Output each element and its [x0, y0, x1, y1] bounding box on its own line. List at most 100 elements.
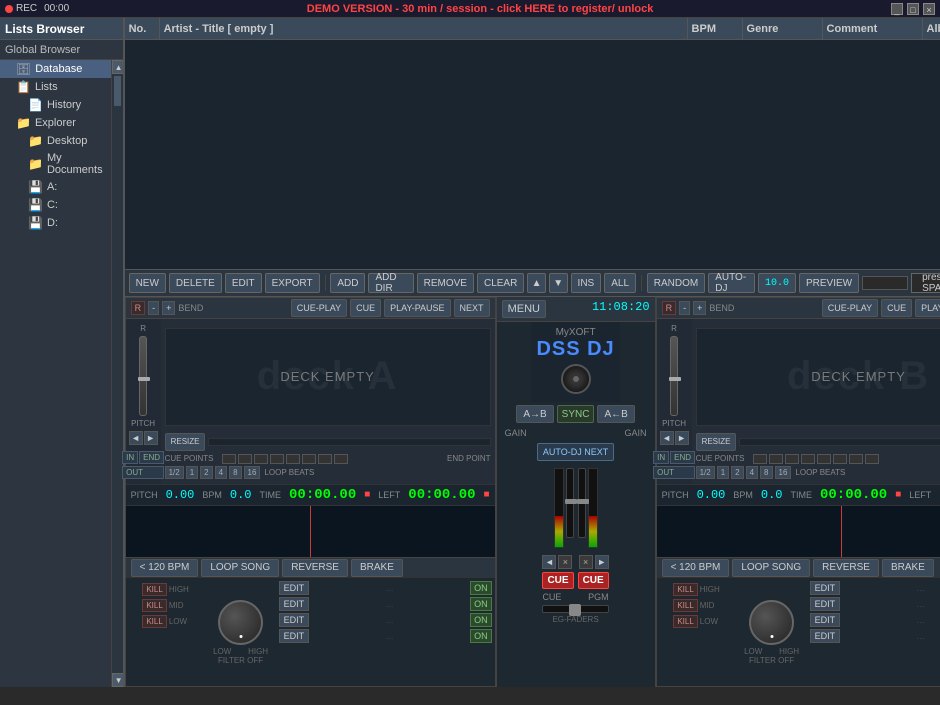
deck-a-cue-dot-5[interactable] [286, 454, 300, 464]
deck-a-next[interactable]: NEXT [454, 299, 490, 317]
eq-a-knob[interactable] [218, 600, 263, 645]
eq-a-on-1[interactable]: ON [470, 581, 492, 595]
deck-a-cue-dot-7[interactable] [318, 454, 332, 464]
deck-a-bend-minus[interactable]: - [148, 301, 159, 315]
tree-item-drive-d[interactable]: 💾 D: [0, 214, 111, 232]
arrow-up-button[interactable]: ▲ [527, 273, 546, 293]
eq-a-on-3[interactable]: ON [470, 613, 492, 627]
preview-slider[interactable] [862, 276, 908, 290]
col-album[interactable]: Album [923, 18, 940, 39]
mixer-nav-close2[interactable]: × [579, 555, 593, 569]
eq-a-edit-4[interactable]: EDIT [279, 629, 310, 643]
deck-b-cue-dot-4[interactable] [801, 454, 815, 464]
deck-a-pitch-down[interactable]: ◄ [129, 431, 143, 445]
delete-button[interactable]: DELETE [169, 273, 222, 293]
deck-b-bend-minus[interactable]: - [679, 301, 690, 315]
deck-b-cue-dot-1[interactable] [753, 454, 767, 464]
deck-a-cue-dot-3[interactable] [254, 454, 268, 464]
eq-b-kill-mid[interactable]: KILL [673, 599, 697, 612]
deck-b-loop-song[interactable]: LOOP SONG [732, 559, 810, 577]
deck-b-cue-dot-5[interactable] [817, 454, 831, 464]
deck-b-loop1[interactable]: 1 [717, 466, 729, 479]
deck-a-loop4[interactable]: 4 [215, 466, 227, 479]
eq-a-on-2[interactable]: ON [470, 597, 492, 611]
tree-item-mydocs[interactable]: 📁 My Documents [0, 150, 111, 178]
deck-a-cue-dot-2[interactable] [238, 454, 252, 464]
deck-a-loop1[interactable]: 1 [186, 466, 198, 479]
deck-a-brake[interactable]: BRAKE [351, 559, 403, 577]
deck-b-half-loop[interactable]: 1/2 [696, 466, 715, 479]
autodj-button[interactable]: AUTO-DJ [708, 273, 755, 293]
deck-a-loop8[interactable]: 8 [229, 466, 241, 479]
deck-a-cue-dot-8[interactable] [334, 454, 348, 464]
mixer-fader-left[interactable] [566, 468, 574, 538]
eq-a-kill-mid[interactable]: KILL [142, 599, 166, 612]
deck-a-cue-dot-1[interactable] [222, 454, 236, 464]
tree-item-drive-c[interactable]: 💾 C: [0, 196, 111, 214]
tree-item-history[interactable]: 📄 History [0, 96, 111, 114]
deck-a-cue[interactable]: CUE [350, 299, 381, 317]
maximize-button[interactable]: □ [907, 3, 919, 15]
deck-b-resize[interactable]: RESIZE [696, 433, 737, 451]
tree-item-desktop[interactable]: 📁 Desktop [0, 132, 111, 150]
all-button[interactable]: ALL [604, 273, 636, 293]
deck-b-play-pause[interactable]: PLAY-PAUSE [915, 299, 940, 317]
deck-b-cue-play[interactable]: CUE-PLAY [822, 299, 878, 317]
eq-a-edit-2[interactable]: EDIT [279, 597, 310, 611]
mixer-sync-btn[interactable]: SYNC [557, 405, 595, 423]
deck-a-loop-song[interactable]: LOOP SONG [201, 559, 279, 577]
mixer-eg-handle[interactable] [569, 604, 581, 616]
adddir-button[interactable]: ADD DIR [368, 273, 413, 293]
col-comment[interactable]: Comment [823, 18, 923, 39]
deck-a-play-pause[interactable]: PLAY-PAUSE [384, 299, 450, 317]
mixer-ba-btn[interactable]: A←B [597, 405, 634, 423]
bpm-value[interactable]: 10.0 [758, 273, 796, 293]
mixer-menu-btn[interactable]: MENU [502, 300, 546, 318]
eq-b-edit-4[interactable]: EDIT [810, 629, 841, 643]
deck-a-loop16[interactable]: 16 [244, 466, 261, 479]
demo-text[interactable]: DEMO VERSION - 30 min / session - click … [69, 3, 891, 15]
deck-b-loop2[interactable]: 2 [731, 466, 743, 479]
deck-b-loop4[interactable]: 4 [746, 466, 758, 479]
mixer-eg-fader-track[interactable] [542, 605, 608, 613]
eq-b-knob[interactable] [749, 600, 794, 645]
mixer-fader-right[interactable] [578, 468, 586, 538]
deck-a-out[interactable]: OUT [122, 466, 164, 479]
scroll-up-button[interactable]: ▲ [112, 60, 123, 74]
deck-b-cue-dot-8[interactable] [865, 454, 879, 464]
remove-button[interactable]: REMOVE [417, 273, 474, 293]
eq-b-edit-2[interactable]: EDIT [810, 597, 841, 611]
deck-b-bend-plus[interactable]: + [693, 301, 706, 315]
deck-b-reverse[interactable]: REVERSE [813, 559, 879, 577]
auto-dj-next[interactable]: AUTO-DJ NEXT [537, 443, 614, 461]
deck-b-cue-dot-2[interactable] [769, 454, 783, 464]
deck-a-loop2[interactable]: 2 [200, 466, 212, 479]
preview-button[interactable]: PREVIEW [799, 273, 859, 293]
deck-a-cue-play[interactable]: CUE-PLAY [291, 299, 347, 317]
edit-button[interactable]: EDIT [225, 273, 262, 293]
deck-a-pitch-up[interactable]: ► [144, 431, 158, 445]
eq-b-edit-3[interactable]: EDIT [810, 613, 841, 627]
deck-a-half-loop[interactable]: 1/2 [165, 466, 184, 479]
eq-b-edit-1[interactable]: EDIT [810, 581, 841, 595]
deck-a-reverse[interactable]: REVERSE [282, 559, 348, 577]
col-bpm[interactable]: BPM [688, 18, 743, 39]
new-button[interactable]: NEW [129, 273, 166, 293]
deck-a-resize[interactable]: RESIZE [165, 433, 206, 451]
close-button[interactable]: × [923, 3, 935, 15]
deck-b-bpm120[interactable]: < 120 BPM [662, 559, 730, 577]
press-space[interactable]: press SPACE [911, 273, 940, 293]
deck-b-brake[interactable]: BRAKE [882, 559, 934, 577]
deck-a-cue-dot-6[interactable] [302, 454, 316, 464]
ins-button[interactable]: INS [571, 273, 602, 293]
mixer-cue-left[interactable]: CUE [542, 572, 573, 589]
tree-item-lists[interactable]: 📋 Lists [0, 78, 111, 96]
scroll-thumb[interactable] [114, 76, 121, 106]
eq-a-kill-low[interactable]: KILL [142, 615, 166, 628]
eq-a-edit-1[interactable]: EDIT [279, 581, 310, 595]
deck-a-bend-plus[interactable]: + [162, 301, 175, 315]
eq-a-kill-high[interactable]: KILL [142, 583, 166, 596]
col-artist[interactable]: Artist - Title [ empty ] [160, 18, 688, 39]
mixer-nav-close[interactable]: × [558, 555, 572, 569]
eq-a-on-4[interactable]: ON [470, 629, 492, 643]
